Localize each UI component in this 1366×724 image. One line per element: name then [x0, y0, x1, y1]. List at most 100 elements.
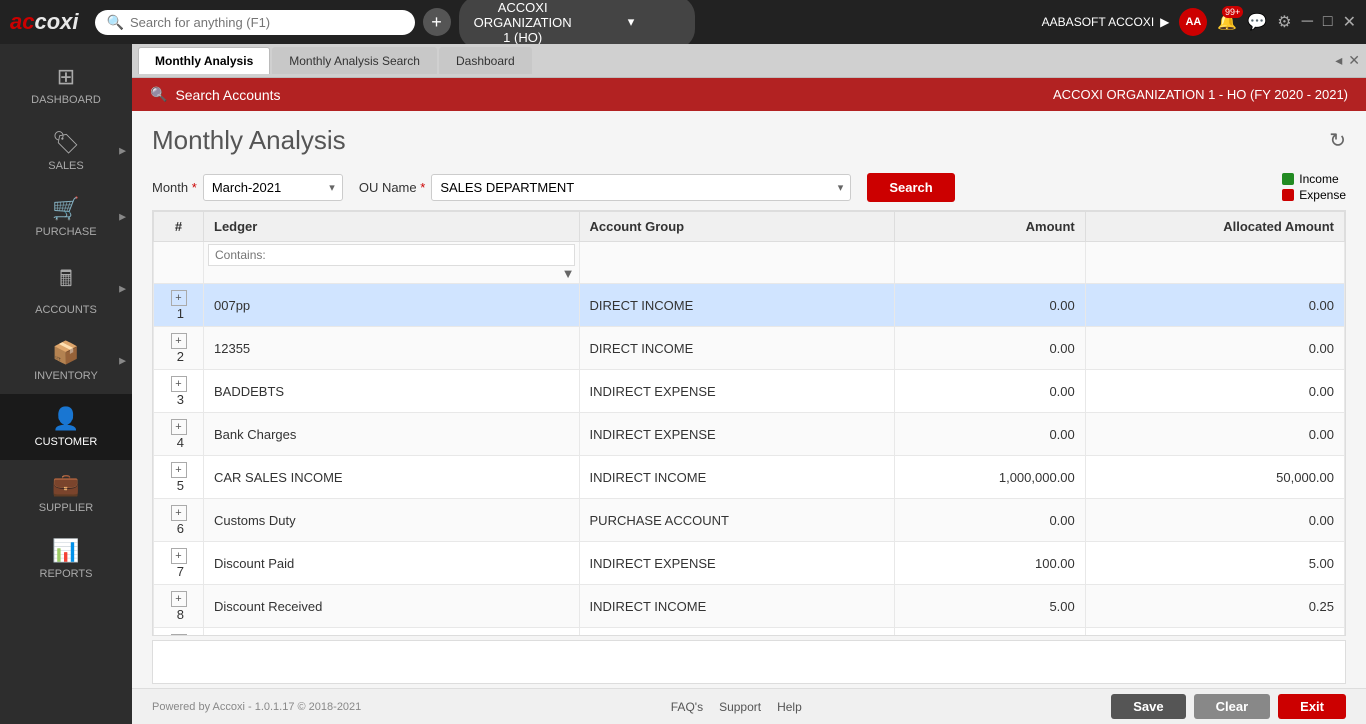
cell-allocated-6: 5.00	[1085, 542, 1344, 585]
messages-icon[interactable]: 💬	[1247, 12, 1267, 32]
sidebar-item-accounts[interactable]: 🖩 ACCOUNTS ▶	[0, 250, 132, 328]
purchase-expand-arrow: ▶	[119, 212, 126, 223]
table-row[interactable]: + 1 007pp DIRECT INCOME 0.00 0.00	[154, 284, 1345, 327]
cell-expand-0[interactable]: + 1	[154, 284, 204, 327]
sidebar-label-reports: REPORTS	[40, 568, 93, 580]
sidebar-item-inventory[interactable]: 📦 INVENTORY ▶	[0, 328, 132, 394]
col-header-account-group: Account Group	[579, 212, 895, 242]
user-name: AABASOFT ACCOXI	[1042, 15, 1154, 29]
settings-icon[interactable]: ⚙	[1277, 12, 1291, 32]
tab-close-button[interactable]: ✕	[1348, 52, 1360, 69]
org-name: ACCOXI ORGANIZATION 1 (HO)	[473, 0, 573, 45]
ledger-filter-input[interactable]	[208, 244, 575, 266]
expand-button-2[interactable]: +	[171, 376, 187, 392]
close-icon[interactable]: ✕	[1343, 12, 1356, 32]
tab-monthly-analysis-search[interactable]: Monthly Analysis Search	[272, 47, 437, 74]
search-icon: 🔍	[107, 14, 124, 31]
sidebar-item-sales[interactable]: 🏷 SALES ▶	[0, 118, 132, 184]
table-row[interactable]: + 9 Jithu salary INDIRECT EXPENSE 0.00 0…	[154, 628, 1345, 637]
table-row[interactable]: + 6 Customs Duty PURCHASE ACCOUNT 0.00 0…	[154, 499, 1345, 542]
search-accounts-icon: 🔍	[150, 86, 167, 103]
table-row[interactable]: + 2 12355 DIRECT INCOME 0.00 0.00	[154, 327, 1345, 370]
expand-button-3[interactable]: +	[171, 419, 187, 435]
table-row[interactable]: + 4 Bank Charges INDIRECT EXPENSE 0.00 0…	[154, 413, 1345, 456]
cell-ledger-0: 007pp	[204, 284, 580, 327]
expand-button-5[interactable]: +	[171, 505, 187, 521]
expand-button-6[interactable]: +	[171, 548, 187, 564]
page-title-area: Monthly Analysis ↻	[132, 111, 1366, 166]
expand-button-7[interactable]: +	[171, 591, 187, 607]
org-selector[interactable]: ACCOXI ORGANIZATION 1 (HO) ▾	[459, 0, 696, 49]
cell-account-group-1: DIRECT INCOME	[579, 327, 895, 370]
sidebar-item-dashboard[interactable]: ⊞ DASHBOARD	[0, 52, 132, 118]
maximize-icon[interactable]: □	[1323, 13, 1333, 31]
sidebar-item-reports[interactable]: 📊 REPORTS	[0, 526, 132, 592]
expand-button-8[interactable]: +	[171, 634, 187, 636]
cell-account-group-2: INDIRECT EXPENSE	[579, 370, 895, 413]
cell-allocated-7: 0.25	[1085, 585, 1344, 628]
faq-link[interactable]: FAQ's	[671, 700, 703, 714]
cell-expand-4[interactable]: + 5	[154, 456, 204, 499]
sidebar-item-supplier[interactable]: 💼 SUPPLIER	[0, 460, 132, 526]
table-row[interactable]: + 3 BADDEBTS INDIRECT EXPENSE 0.00 0.00	[154, 370, 1345, 413]
support-link[interactable]: Support	[719, 700, 761, 714]
cell-allocated-1: 0.00	[1085, 327, 1344, 370]
tab-monthly-analysis[interactable]: Monthly Analysis	[138, 47, 270, 74]
expand-button-1[interactable]: +	[171, 333, 187, 349]
footer-links: FAQ's Support Help	[671, 700, 802, 714]
search-button[interactable]: Search	[867, 173, 954, 202]
ou-select-wrapper: SALES DEPARTMENT HEAD OFFICE BRANCH	[431, 174, 851, 201]
expand-button-0[interactable]: +	[171, 290, 187, 306]
cell-ledger-3: Bank Charges	[204, 413, 580, 456]
cell-expand-1[interactable]: + 2	[154, 327, 204, 370]
cell-ledger-8: Jithu salary	[204, 628, 580, 637]
expand-button-4[interactable]: +	[171, 462, 187, 478]
chevron-down-icon: ▾	[581, 14, 681, 30]
cell-expand-6[interactable]: + 7	[154, 542, 204, 585]
help-link[interactable]: Help	[777, 700, 802, 714]
notifications-icon[interactable]: 🔔 99+	[1217, 12, 1237, 32]
cell-expand-2[interactable]: + 3	[154, 370, 204, 413]
col-header-amount: Amount	[895, 212, 1086, 242]
cell-ledger-1: 12355	[204, 327, 580, 370]
search-box[interactable]: 🔍	[95, 10, 415, 35]
exit-button[interactable]: Exit	[1278, 694, 1346, 719]
table-row[interactable]: + 5 CAR SALES INCOME INDIRECT INCOME 1,0…	[154, 456, 1345, 499]
cell-allocated-8: 0.00	[1085, 628, 1344, 637]
sidebar-item-customer[interactable]: 👤 CUSTOMER	[0, 394, 132, 460]
cell-ledger-6: Discount Paid	[204, 542, 580, 585]
filter-cell-num	[154, 242, 204, 284]
filter-cell-ag	[579, 242, 895, 284]
save-button[interactable]: Save	[1111, 694, 1185, 719]
table-row[interactable]: + 7 Discount Paid INDIRECT EXPENSE 100.0…	[154, 542, 1345, 585]
cell-expand-7[interactable]: + 8	[154, 585, 204, 628]
search-input[interactable]	[130, 15, 403, 30]
clear-button[interactable]: Clear	[1194, 694, 1271, 719]
add-button[interactable]: +	[423, 8, 451, 36]
avatar[interactable]: AA	[1179, 8, 1207, 36]
sidebar-item-purchase[interactable]: 🛒 PURCHASE ▶	[0, 184, 132, 250]
cell-amount-7: 5.00	[895, 585, 1086, 628]
cell-expand-3[interactable]: + 4	[154, 413, 204, 456]
col-header-ledger: Ledger	[204, 212, 580, 242]
sidebar-label-customer: CUSTOMER	[35, 436, 98, 448]
cell-expand-5[interactable]: + 6	[154, 499, 204, 542]
income-label: Income	[1299, 172, 1338, 186]
cell-expand-8[interactable]: + 9	[154, 628, 204, 637]
cell-amount-0: 0.00	[895, 284, 1086, 327]
filter-cell-ledger[interactable]: ▼	[204, 242, 580, 284]
cell-allocated-5: 0.00	[1085, 499, 1344, 542]
ledger-filter-icon[interactable]: ▼	[562, 266, 575, 281]
income-dot	[1282, 173, 1294, 185]
month-select[interactable]: March-2021 February-2021 January-2021	[203, 174, 343, 201]
tab-dashboard[interactable]: Dashboard	[439, 47, 532, 74]
ou-select[interactable]: SALES DEPARTMENT HEAD OFFICE BRANCH	[431, 174, 851, 201]
tab-back-button[interactable]: ◂	[1335, 52, 1342, 69]
cell-ledger-7: Discount Received	[204, 585, 580, 628]
bottom-input-area[interactable]	[152, 640, 1346, 684]
minimize-icon[interactable]: ─	[1302, 13, 1313, 31]
bottom-input-field[interactable]	[159, 645, 1339, 675]
refresh-button[interactable]: ↻	[1329, 128, 1346, 153]
sidebar-label-purchase: PURCHASE	[35, 226, 96, 238]
table-row[interactable]: + 8 Discount Received INDIRECT INCOME 5.…	[154, 585, 1345, 628]
